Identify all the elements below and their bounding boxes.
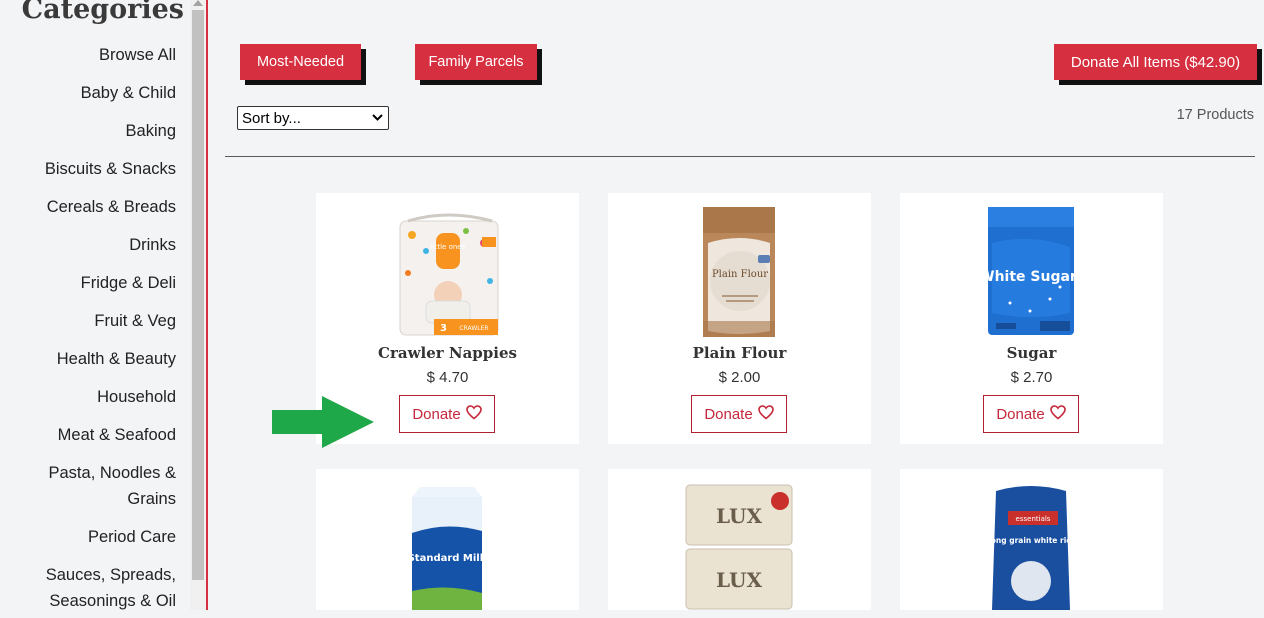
sidebar-divider: [206, 0, 208, 610]
category-fruit-veg[interactable]: Fruit & Veg: [45, 308, 176, 334]
category-meat-seafood[interactable]: Meat & Seafood: [45, 422, 176, 448]
category-household[interactable]: Household: [45, 384, 176, 410]
flour-title-text: Plain Flour: [712, 269, 768, 280]
soap-pack-image[interactable]: LUX LUX: [608, 483, 871, 618]
category-baking[interactable]: Baking: [45, 118, 176, 144]
product-card: essentials long grain white rice: [900, 469, 1163, 610]
sort-selected-value: Sort by...: [242, 110, 301, 127]
category-label-line2: Seasonings & Oil: [49, 592, 176, 610]
green-arrow-icon: [272, 396, 376, 453]
product-card: Plain Flour Plain Flour $ 2.00 Donate: [608, 193, 871, 444]
donate-label: Donate: [704, 405, 753, 423]
donate-all-button[interactable]: Donate All Items ($42.90): [1054, 44, 1257, 80]
donate-label: Donate: [412, 405, 461, 423]
rice-bag-image[interactable]: essentials long grain white rice: [900, 481, 1163, 616]
product-price: $ 2.70: [1010, 369, 1053, 386]
category-pasta-noodles-grains[interactable]: Pasta, Noodles & Grains: [45, 460, 177, 512]
nappies-size-text: 3: [440, 323, 447, 334]
heart-icon: [465, 404, 482, 424]
heart-icon: [1049, 404, 1066, 424]
product-card: Standard Milk: [316, 469, 579, 610]
nappies-brand-text: little ones: [431, 243, 466, 251]
donate-label: Donate: [996, 405, 1045, 423]
donate-button[interactable]: Donate: [399, 395, 495, 433]
sidebar-scrollbar-thumb[interactable]: [192, 10, 204, 580]
product-price: $ 2.00: [718, 369, 761, 386]
sugar-title-text: White Sugar: [979, 269, 1077, 285]
product-price: $ 4.70: [426, 369, 469, 386]
toolbar-divider: [225, 156, 1255, 157]
milk-carton-image[interactable]: Standard Milk: [316, 483, 579, 618]
categories-heading: Categories: [21, 0, 184, 25]
scroll-up-arrow-icon[interactable]: [193, 0, 203, 6]
donate-button[interactable]: Donate: [983, 395, 1079, 433]
category-fridge-deli[interactable]: Fridge & Deli: [45, 270, 176, 296]
heart-icon: [757, 404, 774, 424]
nappies-pack-image[interactable]: little ones 3 CRAWLER: [316, 203, 579, 338]
category-label-line1: Sauces, Spreads,: [45, 566, 176, 584]
category-label-line2: Grains: [127, 490, 176, 508]
category-baby-child[interactable]: Baby & Child: [45, 80, 176, 106]
category-drinks[interactable]: Drinks: [45, 232, 176, 258]
category-label-line1: Pasta, Noodles &: [48, 464, 177, 482]
product-card: LUX LUX: [608, 469, 871, 610]
category-list: Browse All Baby & Child Baking Biscuits …: [45, 42, 176, 610]
rice-label-text: long grain white rice: [988, 536, 1076, 545]
product-count: 17 Products: [1176, 107, 1254, 123]
nappies-type-text: CRAWLER: [459, 325, 488, 332]
milk-label-text: Standard Milk: [408, 553, 487, 564]
product-name: Sugar: [1006, 344, 1057, 362]
flour-bag-image[interactable]: Plain Flour: [608, 203, 871, 338]
product-name: Plain Flour: [692, 344, 787, 362]
category-biscuits-snacks[interactable]: Biscuits & Snacks: [45, 156, 176, 182]
category-sidebar: Categories Browse All Baby & Child Bakin…: [0, 0, 190, 610]
category-health-beauty[interactable]: Health & Beauty: [45, 346, 176, 372]
soap-brand-text: LUX: [716, 504, 762, 528]
donate-button[interactable]: Donate: [691, 395, 787, 433]
most-needed-button[interactable]: Most-Needed: [240, 44, 361, 80]
category-browse-all[interactable]: Browse All: [45, 42, 176, 68]
family-parcels-button[interactable]: Family Parcels: [415, 44, 537, 80]
soap-brand-text: LUX: [716, 568, 762, 592]
category-period-care[interactable]: Period Care: [45, 524, 176, 550]
sugar-bag-image[interactable]: White Sugar: [900, 203, 1163, 338]
product-card: White Sugar Sugar $ 2.70 Donate: [900, 193, 1163, 444]
rice-brand-text: essentials: [1016, 515, 1051, 523]
sort-dropdown[interactable]: Sort by...: [237, 106, 389, 130]
chevron-down-icon: [372, 108, 383, 129]
category-cereals-breads[interactable]: Cereals & Breads: [45, 194, 176, 220]
category-sauces-spreads[interactable]: Sauces, Spreads, Seasonings & Oil: [45, 562, 176, 610]
product-name: Crawler Nappies: [378, 344, 517, 362]
